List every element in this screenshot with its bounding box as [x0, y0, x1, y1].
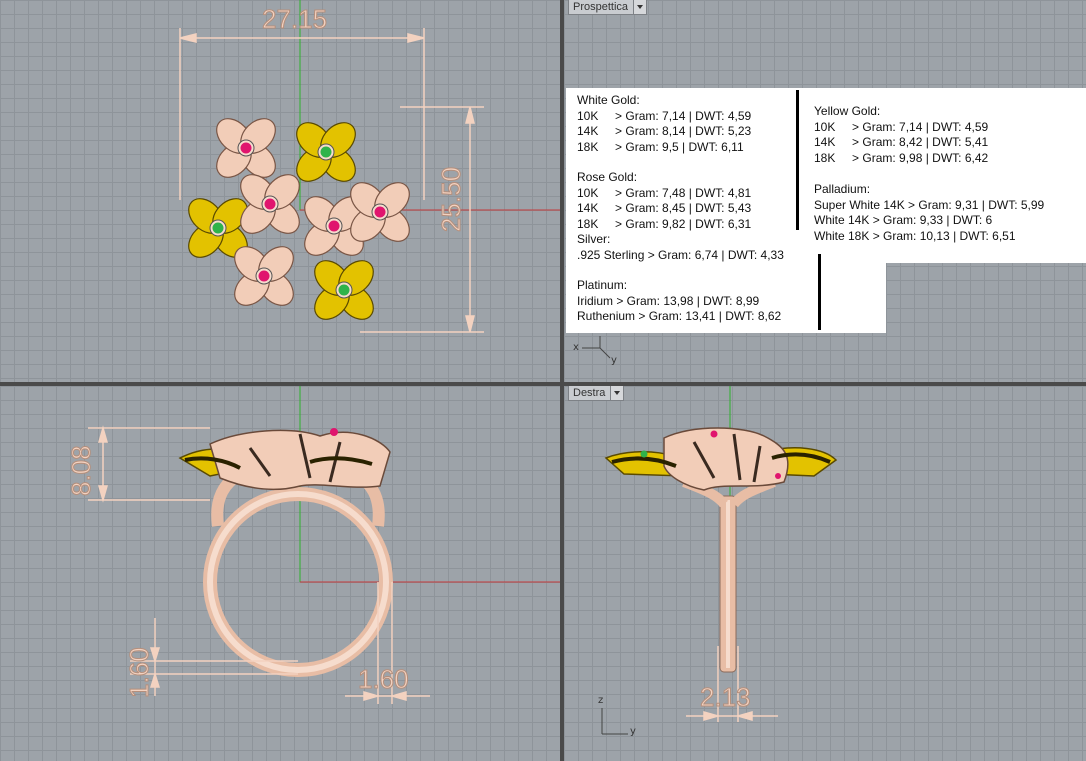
rose-gold-10k: 10K > Gram: 7,48 | DWT: 4,81 — [577, 185, 752, 200]
white-gold-title: White Gold: — [577, 93, 640, 107]
front-width-label: 1.60 — [358, 664, 410, 695]
yellow-gold-10k: 10K > Gram: 7,14 | DWT: 4,59 — [814, 119, 989, 134]
axis-x-label: x — [573, 342, 579, 353]
weights-panel-right: Yellow Gold: 10K > Gram: 7,14 | DWT: 4,5… — [800, 88, 1086, 263]
palladium-white-18k: White 18K > Gram: 10,13 | DWT: 6,51 — [814, 228, 1016, 243]
rose-gold-14k: 14K > Gram: 8,45 | DWT: 5,43 — [577, 201, 752, 215]
palladium-super-white-14k: Super White 14K > Gram: 9,31 | DWT: 5,99 — [814, 197, 1045, 212]
palladium-title: Palladium: — [814, 182, 871, 196]
flower — [234, 246, 294, 306]
palladium-white-14k: White 14K > Gram: 9,33 | DWT: 6 — [814, 213, 993, 227]
axis-gizmo — [601, 708, 628, 735]
axis-z-label: z — [598, 695, 604, 706]
white-gold-18k: 18K > Gram: 9,5 | DWT: 6,11 — [577, 139, 744, 154]
ruby-stone — [328, 220, 340, 232]
flower — [314, 260, 374, 320]
top-height-label: 25.50 — [436, 166, 467, 232]
white-gold-14k: 14K > Gram: 8,14 | DWT: 5,23 — [577, 124, 752, 138]
ruby-stone — [240, 142, 252, 154]
emerald-stone — [338, 284, 350, 296]
front-viewport[interactable]: 8.08 1.60 1.60 — [0, 386, 560, 761]
yellow-gold-14k: 14K > Gram: 8,42 | DWT: 5,41 — [814, 135, 989, 149]
top-view-scene — [179, 0, 560, 333]
front-thickness-dimension — [130, 618, 298, 696]
right-viewport[interactable]: Destra 2.13 z y — [564, 386, 1086, 761]
silver-title: Silver: — [577, 232, 611, 246]
panel-divider — [796, 90, 799, 230]
right-width-label: 2.13 — [700, 682, 752, 713]
yellow-gold-18k: 18K > Gram: 9,98 | DWT: 6,42 — [814, 150, 989, 165]
right-cluster — [604, 427, 838, 491]
front-thickness-label: 1.60 — [124, 647, 155, 699]
white-gold-10k: 10K > Gram: 7,14 | DWT: 4,59 — [577, 108, 752, 123]
ruby-stone — [258, 270, 270, 282]
viewport-splitter-horizontal[interactable] — [0, 382, 1086, 386]
chevron-down-icon[interactable] — [633, 0, 647, 14]
silver-sterling: .925 Sterling > Gram: 6,74 | DWT: 4,33 — [577, 247, 784, 262]
perspective-viewport-label: Prospettica — [573, 1, 629, 13]
flower-cluster — [188, 118, 410, 320]
ruby-stone — [264, 198, 276, 210]
emerald-stone — [320, 146, 332, 158]
right-shank — [682, 477, 776, 673]
platinum-ruthenium: Ruthenium > Gram: 13,41 | DWT: 8,62 — [577, 309, 782, 323]
yellow-gold-title: Yellow Gold: — [814, 104, 881, 118]
rose-gold-title: Rose Gold: — [577, 170, 638, 184]
rose-gold-18k: 18K > Gram: 9,82 | DWT: 6,31 — [577, 216, 752, 231]
perspective-viewport-tab[interactable]: Prospettica — [568, 0, 648, 15]
flower — [216, 118, 276, 178]
emerald-stone — [212, 222, 224, 234]
panel-divider — [818, 254, 821, 330]
front-height-label: 8.08 — [66, 445, 97, 497]
platinum-iridium: Iridium > Gram: 13,98 | DWT: 8,99 — [577, 293, 760, 308]
axis-y-label: y — [630, 726, 636, 737]
viewport-splitter-vertical[interactable] — [560, 0, 564, 761]
axis-y-label: y — [611, 355, 617, 366]
platinum-title: Platinum: — [577, 278, 628, 292]
ruby-stone — [374, 206, 386, 218]
top-width-label: 27.15 — [261, 4, 328, 35]
front-view-scene — [88, 386, 560, 704]
right-view-scene — [601, 386, 838, 735]
front-cluster — [178, 428, 391, 491]
ring-shank — [203, 468, 393, 677]
flower — [296, 122, 356, 182]
top-viewport[interactable]: 27.15 25.50 — [0, 0, 560, 382]
perspective-viewport[interactable]: Prospettica White Gold: 10K > Gram: 7,14… — [564, 0, 1086, 382]
